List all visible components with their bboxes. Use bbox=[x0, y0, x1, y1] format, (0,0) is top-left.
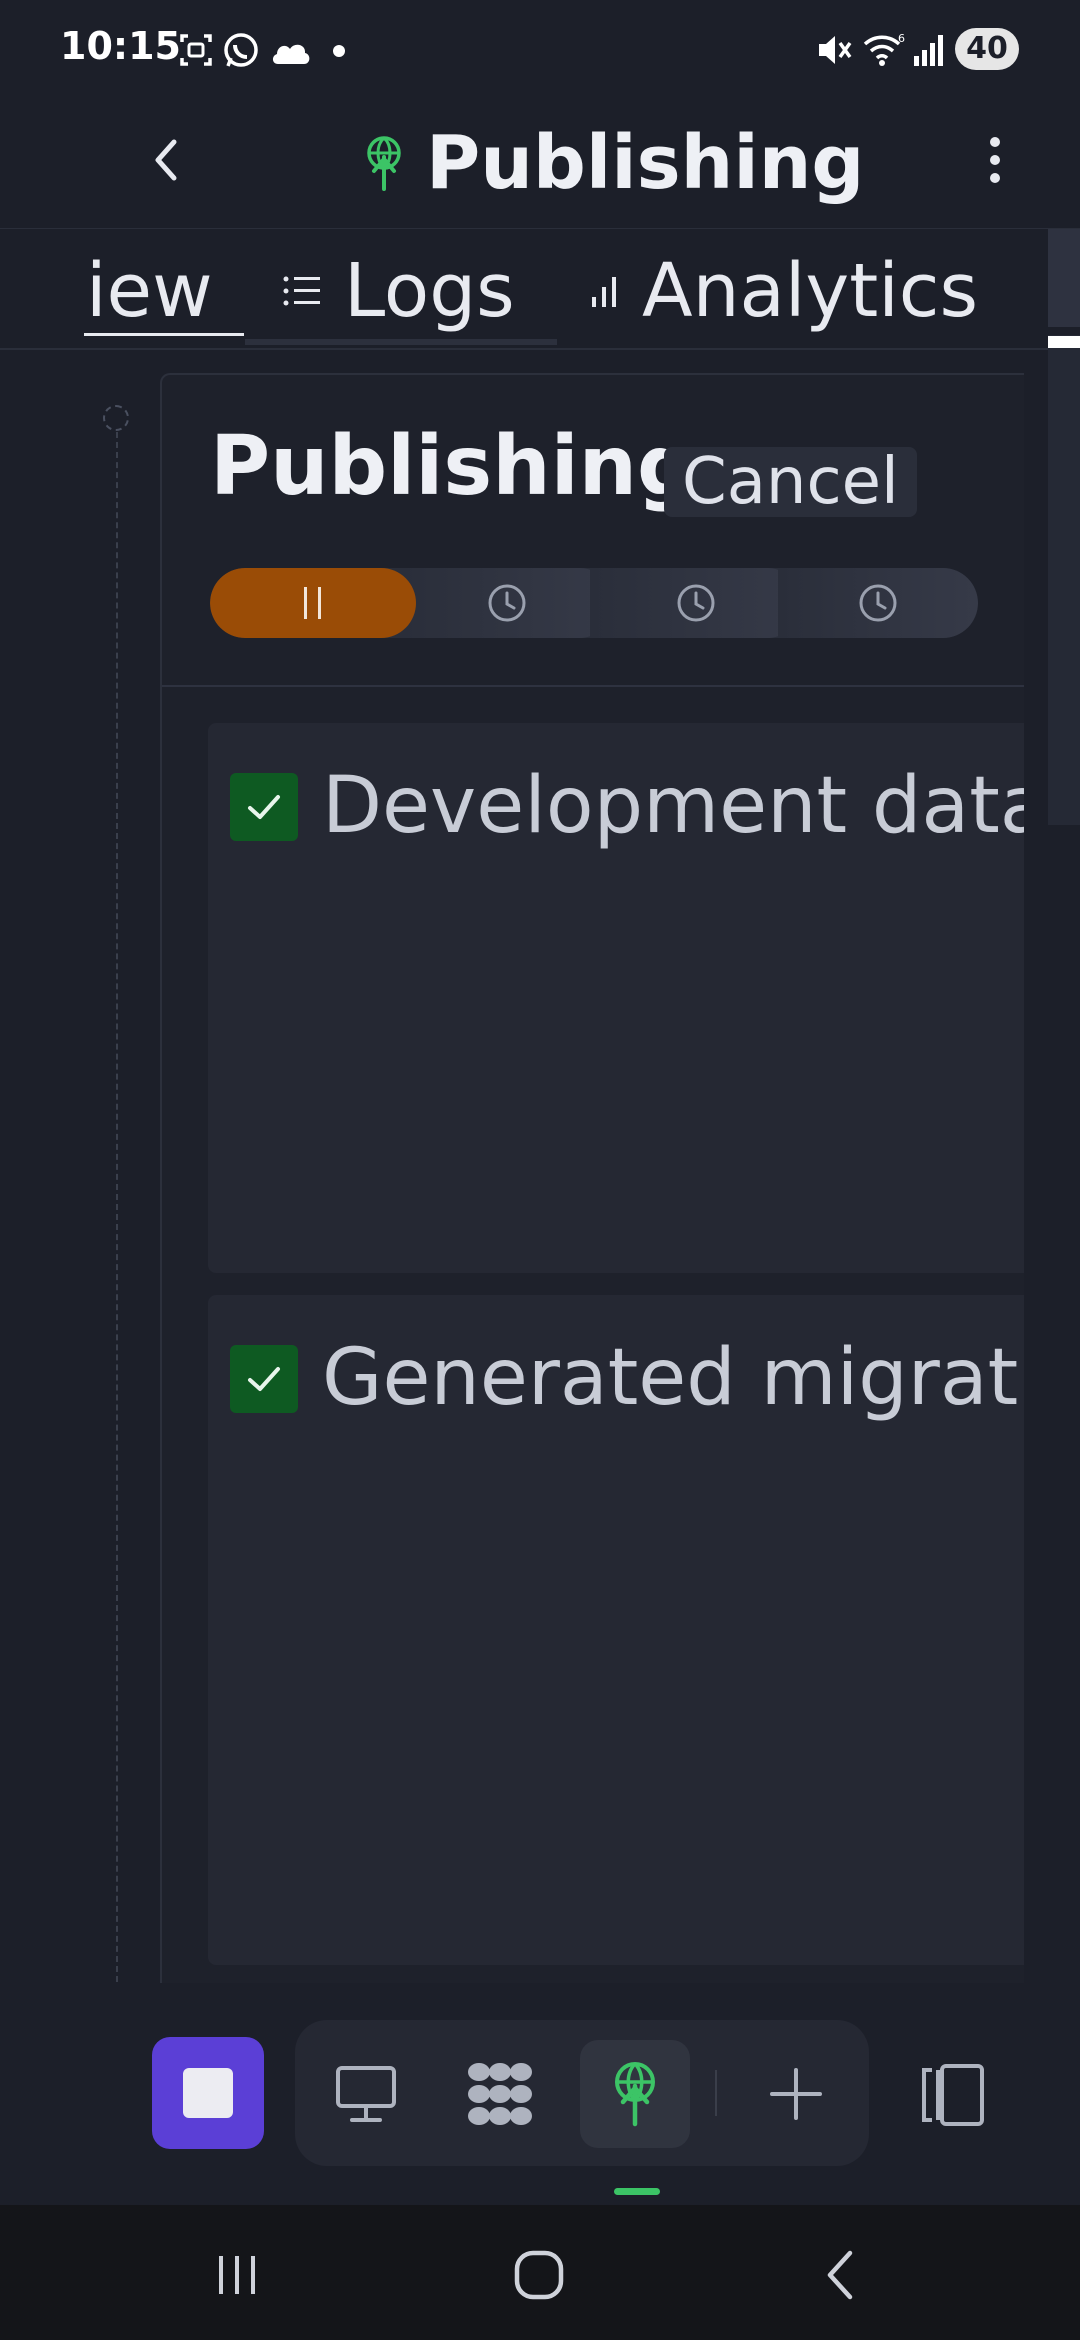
system-back-button[interactable] bbox=[796, 2240, 886, 2310]
stage-3[interactable] bbox=[590, 568, 802, 638]
mute-icon bbox=[819, 36, 852, 64]
scrollbar-thumb[interactable] bbox=[1048, 336, 1080, 348]
clock-icon bbox=[859, 584, 897, 622]
app-header: Publishing bbox=[0, 100, 1080, 230]
dock-workflow-button[interactable] bbox=[445, 2040, 555, 2148]
list-icon bbox=[283, 276, 320, 306]
active-tab-indicator bbox=[84, 333, 244, 336]
back-icon bbox=[827, 2250, 853, 2300]
dock-add-button[interactable] bbox=[741, 2040, 851, 2148]
step-card[interactable]: Development databa bbox=[208, 723, 1024, 1273]
dock-desktop-button[interactable] bbox=[311, 2040, 421, 2148]
tab-logs[interactable]: Logs bbox=[282, 243, 515, 339]
timeline-line bbox=[116, 432, 118, 1982]
whatsapp-icon bbox=[224, 33, 258, 67]
check-icon bbox=[230, 773, 298, 841]
cancel-button[interactable]: Cancel bbox=[664, 447, 917, 517]
card-header: Publishing Cancel bbox=[162, 375, 1024, 687]
home-icon bbox=[514, 2250, 564, 2300]
tab-scroll-indicator bbox=[245, 339, 557, 345]
tab-logs-label: Logs bbox=[344, 248, 515, 334]
step-label: Generated migration bbox=[322, 1333, 1024, 1423]
screenshot-icon bbox=[180, 34, 212, 66]
battery-indicator: 40 bbox=[955, 28, 1019, 70]
more-options-button[interactable] bbox=[980, 130, 1010, 190]
card-title: Publishing bbox=[210, 419, 696, 514]
tab-overflow-edge bbox=[1048, 229, 1080, 327]
dock-publish-button[interactable] bbox=[580, 2040, 690, 2148]
pause-icon bbox=[304, 587, 321, 619]
recent-apps-icon bbox=[219, 2256, 255, 2294]
stop-button[interactable] bbox=[152, 2037, 264, 2149]
dock-separator bbox=[715, 2070, 717, 2116]
cloud-icon bbox=[272, 44, 310, 64]
svg-text:6: 6 bbox=[898, 32, 905, 45]
desktop-icon bbox=[336, 2066, 396, 2122]
status-bar: 10:15 6 40 bbox=[0, 0, 1080, 100]
dot-icon bbox=[333, 45, 345, 57]
signal-icon bbox=[914, 35, 943, 66]
back-button[interactable] bbox=[140, 130, 190, 190]
recent-apps-button[interactable] bbox=[192, 2240, 282, 2310]
stage-1-active[interactable] bbox=[210, 568, 416, 638]
check-icon bbox=[230, 1345, 298, 1413]
timeline-node bbox=[103, 405, 129, 431]
step-card[interactable]: Generated migration bbox=[208, 1295, 1024, 1965]
system-nav-bar bbox=[0, 2205, 1080, 2340]
status-time: 10:15 bbox=[60, 24, 181, 68]
stage-2[interactable] bbox=[400, 568, 614, 638]
stop-icon bbox=[183, 2068, 233, 2118]
chevron-left-icon bbox=[155, 139, 177, 181]
more-vertical-icon bbox=[990, 137, 1000, 183]
tab-bar: iew Logs Analytics bbox=[0, 228, 1080, 350]
home-button[interactable] bbox=[494, 2240, 584, 2310]
clock-icon bbox=[677, 584, 715, 622]
wifi-icon: 6 bbox=[863, 32, 905, 66]
bar-chart-icon bbox=[592, 277, 616, 307]
step-label: Development databa bbox=[322, 761, 1024, 851]
active-dock-indicator bbox=[614, 2188, 660, 2195]
stage-4[interactable] bbox=[778, 568, 978, 638]
publishing-card: Publishing Cancel Development dat Genera… bbox=[160, 373, 1024, 1983]
workflow-icon bbox=[468, 2063, 532, 2125]
panel-toggle-button[interactable] bbox=[918, 2060, 998, 2130]
tab-overview-label: iew bbox=[86, 248, 213, 334]
scrollbar-track[interactable] bbox=[1048, 335, 1080, 825]
page-title: Publishing bbox=[426, 120, 865, 206]
clock-icon bbox=[488, 584, 526, 622]
tab-overview[interactable]: iew bbox=[86, 243, 213, 339]
plus-icon bbox=[770, 2068, 822, 2120]
publish-icon bbox=[615, 2062, 655, 2127]
header-title-group: Publishing bbox=[360, 118, 864, 208]
panel-switch-icon bbox=[922, 2064, 984, 2126]
tab-analytics-label: Analytics bbox=[642, 248, 979, 334]
stage-progress bbox=[210, 568, 978, 638]
publish-icon bbox=[367, 136, 401, 191]
dock-bar bbox=[295, 2020, 869, 2166]
tab-analytics[interactable]: Analytics bbox=[590, 243, 978, 339]
